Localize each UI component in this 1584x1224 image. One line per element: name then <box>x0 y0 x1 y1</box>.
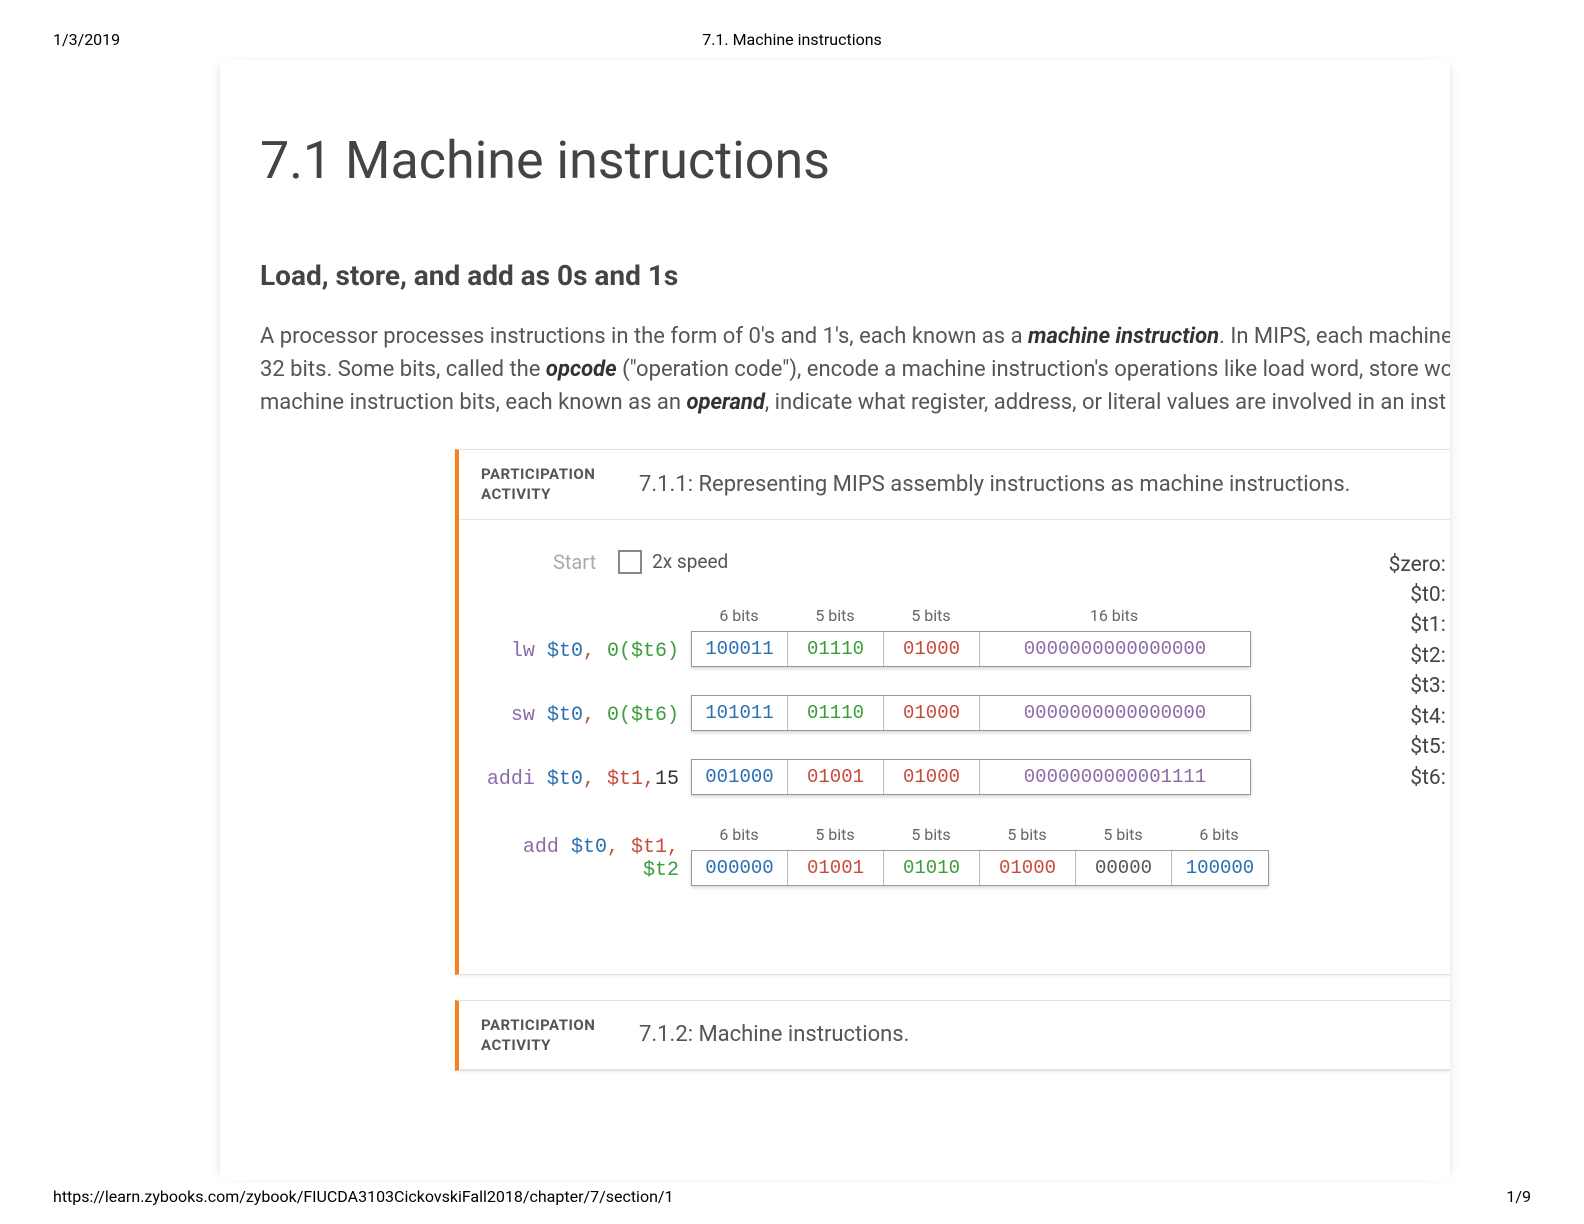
activity-7-1-2: PARTICIPATIONACTIVITY 7.1.2: Machine ins… <box>455 1000 1450 1072</box>
bits-cell: 01000 <box>884 696 980 730</box>
register-entry: $zero: 00000 <box>1389 550 1450 580</box>
bits-cell: 01010 <box>884 851 980 885</box>
speed-label: 2x speed <box>652 550 728 573</box>
print-title: 7.1. Machine instructions <box>702 30 882 49</box>
register-panel: $zero: 00000$t0: 01000$t1: 01001$t2: 010… <box>1389 550 1450 794</box>
page-title: 7.1 Machine instructions <box>260 130 1410 191</box>
bits-header-cell: 6 bits <box>691 604 787 627</box>
bits-cell: 0000000000000000 <box>980 696 1250 730</box>
bits-row: 10001101110010000000000000000000 <box>691 631 1251 667</box>
activity-7-1-1: PARTICIPATIONACTIVITY 7.1.1: Representin… <box>455 449 1450 975</box>
assembly-code: lw $t0, 0($t6) <box>481 640 691 667</box>
bits-cell: 01000 <box>884 632 980 666</box>
bits-header-cell: 5 bits <box>883 604 979 627</box>
bits-header-cell: 16 bits <box>979 604 1249 627</box>
assembly-code: add $t0, $t1, $t2 <box>481 836 691 886</box>
bits-row: 10101101110010000000000000000000 <box>691 695 1251 731</box>
term-operand: operand <box>686 390 764 415</box>
start-button[interactable]: Start <box>553 550 596 574</box>
print-footer: https://learn.zybooks.com/zybook/FIUCDA3… <box>0 1187 1584 1206</box>
bits-cell: 0000000000001111 <box>980 760 1250 794</box>
instruction-row: lw $t0, 0($t6)6 bits5 bits5 bits16 bits1… <box>481 604 1450 667</box>
bits-cell: 00000 <box>1076 851 1172 885</box>
bits-cell: 101011 <box>692 696 788 730</box>
register-entry: $t5: 01101 <box>1389 732 1450 762</box>
page-content: 7.1 Machine instructions Load, store, an… <box>220 60 1450 1180</box>
register-entry: $t0: 01000 <box>1389 580 1450 610</box>
bits-table: 10101101110010000000000000000000 <box>691 695 1251 731</box>
bits-cell: 01110 <box>788 632 884 666</box>
print-header: 1/3/2019 7.1. Machine instructions <box>0 30 1584 49</box>
activity-label: PARTICIPATIONACTIVITY <box>481 1015 621 1056</box>
bits-cell: 01001 <box>788 760 884 794</box>
section-heading: Load, store, and add as 0s and 1s <box>260 259 1410 292</box>
footer-page-number: 1/9 <box>1506 1187 1531 1206</box>
bits-table: 6 bits5 bits5 bits16 bits100011011100100… <box>691 604 1251 667</box>
bits-header-cell: 5 bits <box>787 823 883 846</box>
instruction-row: add $t0, $t1, $t26 bits5 bits5 bits5 bit… <box>481 823 1450 886</box>
register-entry: $t2: 01010 <box>1389 641 1450 671</box>
activity-label: PARTICIPATIONACTIVITY <box>481 464 621 505</box>
bits-header-cell: 5 bits <box>787 604 883 627</box>
body-paragraph: A processor processes instructions in th… <box>260 320 1410 419</box>
bits-cell: 001000 <box>692 760 788 794</box>
bits-header-cell: 5 bits <box>883 823 979 846</box>
print-date: 1/3/2019 <box>53 30 120 49</box>
term-machine-instruction: machine instruction <box>1028 324 1219 349</box>
bits-header: 6 bits5 bits5 bits16 bits <box>691 604 1251 627</box>
bits-header-cell: 5 bits <box>979 823 1075 846</box>
activity-header: PARTICIPATIONACTIVITY 7.1.2: Machine ins… <box>459 1001 1450 1071</box>
bits-cell: 01000 <box>884 760 980 794</box>
bits-cell: 100011 <box>692 632 788 666</box>
instruction-row: sw $t0, 0($t6)10101101110010000000000000… <box>481 695 1450 731</box>
text-fragment: ("operation code"), encode a machine ins… <box>617 357 1450 382</box>
activity-title: 7.1.2: Machine instructions. <box>639 1022 909 1047</box>
register-entry: $t1: 01001 <box>1389 610 1450 640</box>
bits-cell: 0000000000000000 <box>980 632 1250 666</box>
bits-header: 6 bits5 bits5 bits5 bits5 bits6 bits <box>691 823 1269 846</box>
term-opcode: opcode <box>546 357 617 382</box>
bits-row: 00000001001010100100000000100000 <box>691 850 1269 886</box>
bits-table: 6 bits5 bits5 bits5 bits5 bits6 bits0000… <box>691 823 1269 886</box>
assembly-code: sw $t0, 0($t6) <box>481 704 691 731</box>
text-fragment: , indicate what register, address, or li… <box>765 390 1446 415</box>
bits-cell: 01000 <box>980 851 1076 885</box>
bits-header-cell: 6 bits <box>691 823 787 846</box>
bits-header-cell: 5 bits <box>1075 823 1171 846</box>
text-fragment: machine instruction bits, each known as … <box>260 390 686 415</box>
text-fragment: A processor processes instructions in th… <box>260 324 1028 349</box>
bits-cell: 01001 <box>788 851 884 885</box>
assembly-code: addi $t0, $t1,15 <box>481 768 691 795</box>
register-entry: $t6: 01110 <box>1389 763 1450 793</box>
bits-row: 00100001001010000000000000001111 <box>691 759 1251 795</box>
bits-cell: 100000 <box>1172 851 1268 885</box>
register-entry: $t3: 01011 <box>1389 671 1450 701</box>
footer-url: https://learn.zybooks.com/zybook/FIUCDA3… <box>53 1187 674 1206</box>
bits-cell: 000000 <box>692 851 788 885</box>
bits-cell: 01110 <box>788 696 884 730</box>
speed-checkbox[interactable] <box>618 550 642 574</box>
instruction-row: addi $t0, $t1,15001000010010100000000000… <box>481 759 1450 795</box>
animation-controls: Start 2x speed <box>481 550 1450 574</box>
activity-title: 7.1.1: Representing MIPS assembly instru… <box>639 472 1351 497</box>
register-entry: $t4: 01100 <box>1389 702 1450 732</box>
activity-body: Start 2x speed lw $t0, 0($t6)6 bits5 bit… <box>459 520 1450 974</box>
text-fragment: 32 bits. Some bits, called the <box>260 357 546 382</box>
bits-table: 00100001001010000000000000001111 <box>691 759 1251 795</box>
text-fragment: . In MIPS, each machine <box>1219 324 1450 349</box>
activity-header: PARTICIPATIONACTIVITY 7.1.1: Representin… <box>459 450 1450 520</box>
bits-header-cell: 6 bits <box>1171 823 1267 846</box>
